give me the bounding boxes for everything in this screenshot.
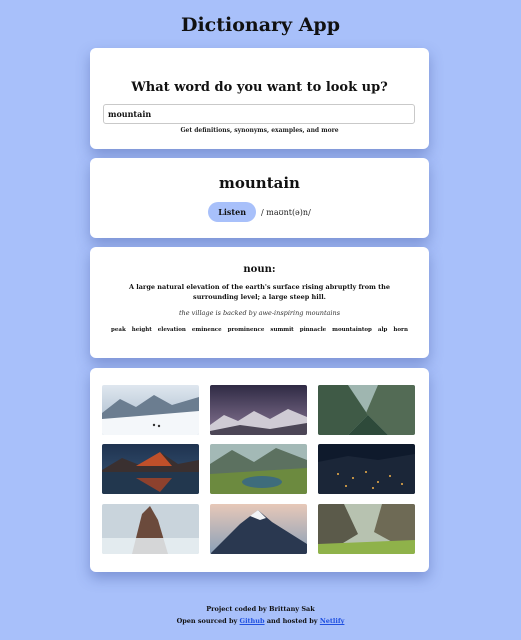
synonym: peak: [111, 327, 126, 333]
snowy-slope-photo[interactable]: [102, 385, 199, 435]
search-card: What word do you want to look up? Get de…: [90, 48, 429, 149]
synonyms-list: peak height elevation eminence prominenc…: [90, 327, 429, 333]
word-card: mountain Listen / maʊnt(ə)n/: [90, 158, 429, 238]
word-title: mountain: [219, 174, 300, 192]
rock-spire-photo[interactable]: [102, 504, 199, 554]
netlify-link[interactable]: Netlify: [320, 617, 345, 625]
meaning-card: noun: A large natural elevation of the e…: [90, 247, 429, 358]
phonetic-text: / maʊnt(ə)n/: [261, 207, 311, 217]
app-title: Dictionary App: [180, 14, 341, 36]
synonym: pinnacle: [299, 327, 327, 333]
purple-peaks-photo[interactable]: [210, 385, 307, 435]
synonym: alp: [377, 327, 388, 333]
green-valley-photo[interactable]: [318, 385, 415, 435]
listen-button[interactable]: Listen: [208, 202, 257, 222]
synonym: eminence: [191, 327, 222, 333]
footer-credit: Project coded by Brittany Sak: [206, 605, 315, 613]
part-of-speech: noun:: [243, 264, 276, 275]
synonym: elevation: [157, 327, 186, 333]
meadow-cliffs-photo[interactable]: [318, 504, 415, 554]
footer-hosted-text: and hosted by: [264, 617, 320, 625]
github-link[interactable]: Github: [240, 617, 265, 625]
definition-text: A large natural elevation of the earth's…: [128, 283, 391, 301]
synonym: summit: [270, 327, 294, 333]
synonym: prominence: [227, 327, 265, 333]
synonym: mountaintop: [332, 327, 372, 333]
footer-open-sourced-text: Open sourced by: [176, 617, 240, 625]
synonym: horn: [393, 327, 408, 333]
phonetic-row: Listen / maʊnt(ə)n/: [90, 202, 429, 222]
lake-reflection-photo[interactable]: [102, 444, 199, 494]
dusk-summit-photo[interactable]: [210, 504, 307, 554]
night-city-photo[interactable]: [318, 444, 415, 494]
images-card: [90, 368, 429, 572]
search-input[interactable]: [103, 104, 415, 124]
synonym: height: [131, 327, 152, 333]
search-heading: What word do you want to look up?: [131, 80, 388, 95]
footer-links: Open sourced by Github and hosted by Net…: [0, 617, 521, 625]
search-hint: Get definitions, synonyms, examples, and…: [180, 127, 339, 134]
example-text: the village is backed by awe-inspiring m…: [178, 309, 341, 317]
alpine-lake-photo[interactable]: [210, 444, 307, 494]
